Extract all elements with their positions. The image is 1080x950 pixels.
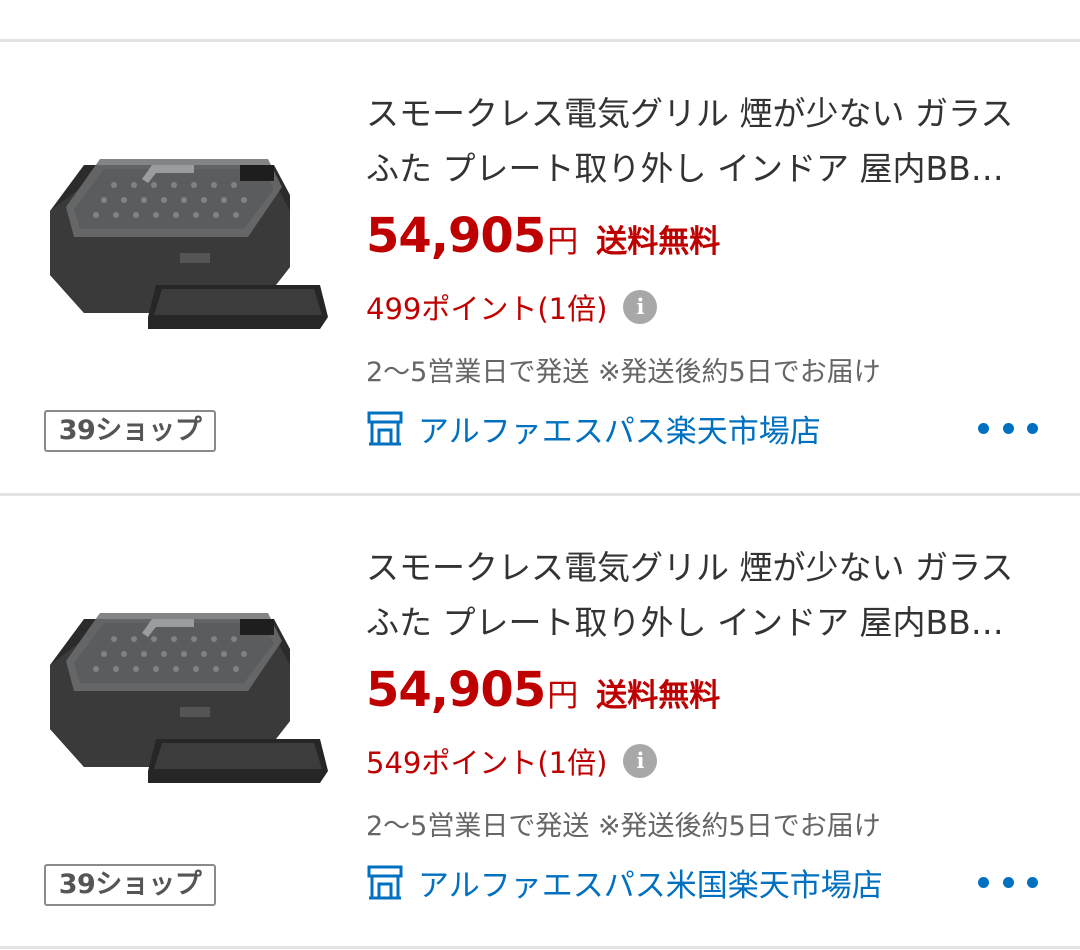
product-image[interactable]	[44, 579, 334, 829]
free-shipping-label: 送料無料	[596, 224, 721, 260]
free-shipping-label: 送料無料	[596, 678, 721, 714]
points-row: 499ポイント(1倍) i	[366, 286, 658, 328]
more-dot-icon	[1027, 422, 1038, 434]
more-options-button[interactable]	[978, 408, 1038, 448]
price: 54,905	[366, 208, 546, 264]
product-title[interactable]: スモークレス電気グリル 煙が少ない ガラス ふた プレート取り外し インドア 屋…	[366, 540, 1036, 650]
more-dot-icon	[1002, 876, 1014, 888]
store-icon	[367, 865, 403, 900]
shop-link[interactable]: アルファエスパス楽天市場店	[366, 404, 821, 452]
more-options-button[interactable]	[978, 862, 1038, 902]
product-title[interactable]: スモークレス電気グリル 煙が少ない ガラス ふた プレート取り外し インドア 屋…	[366, 86, 1036, 196]
more-dot-icon	[978, 876, 989, 888]
divider	[0, 946, 1080, 949]
product-image[interactable]	[44, 125, 334, 375]
info-icon[interactable]: i	[623, 290, 658, 324]
shop-39-badge: 39ショップ	[44, 864, 216, 906]
points-label: 499ポイント(1倍)	[366, 292, 608, 326]
product-card[interactable]: 39ショップ スモークレス電気グリル 煙が少ない ガラス ふた プレート取り外し…	[0, 42, 1080, 494]
shop-39-badge: 39ショップ	[44, 410, 216, 452]
shop-name[interactable]: アルファエスパス米国楽天市場店	[418, 860, 883, 905]
product-title-line2[interactable]: ふた プレート取り外し インドア 屋内BB…	[366, 595, 1036, 650]
currency-label: 円	[547, 224, 579, 260]
shop-name[interactable]: アルファエスパス楽天市場店	[418, 406, 821, 451]
delivery-info: 2〜5営業日で発送 ※発送後約5日でお届け	[366, 811, 881, 842]
price-row: 54,905 円 送料無料	[366, 208, 720, 268]
price: 54,905	[366, 662, 546, 718]
currency-label: 円	[547, 678, 579, 714]
product-title-line1[interactable]: スモークレス電気グリル 煙が少ない ガラス	[366, 86, 1036, 141]
more-dot-icon	[978, 422, 989, 434]
info-icon[interactable]: i	[623, 744, 658, 778]
product-title-line2[interactable]: ふた プレート取り外し インドア 屋内BB…	[366, 141, 1036, 196]
more-dot-icon	[1002, 422, 1014, 434]
price-row: 54,905 円 送料無料	[366, 662, 720, 722]
more-dot-icon	[1027, 876, 1038, 888]
delivery-info: 2〜5営業日で発送 ※発送後約5日でお届け	[366, 357, 881, 388]
points-label: 549ポイント(1倍)	[366, 746, 608, 780]
shop-link[interactable]: アルファエスパス米国楽天市場店	[366, 858, 883, 906]
product-title-line1[interactable]: スモークレス電気グリル 煙が少ない ガラス	[366, 540, 1036, 595]
product-card[interactable]: 39ショップ スモークレス電気グリル 煙が少ない ガラス ふた プレート取り外し…	[0, 496, 1080, 948]
product-list: 39ショップ スモークレス電気グリル 煙が少ない ガラス ふた プレート取り外し…	[0, 0, 1080, 950]
points-row: 549ポイント(1倍) i	[366, 740, 658, 782]
store-icon	[367, 411, 403, 446]
